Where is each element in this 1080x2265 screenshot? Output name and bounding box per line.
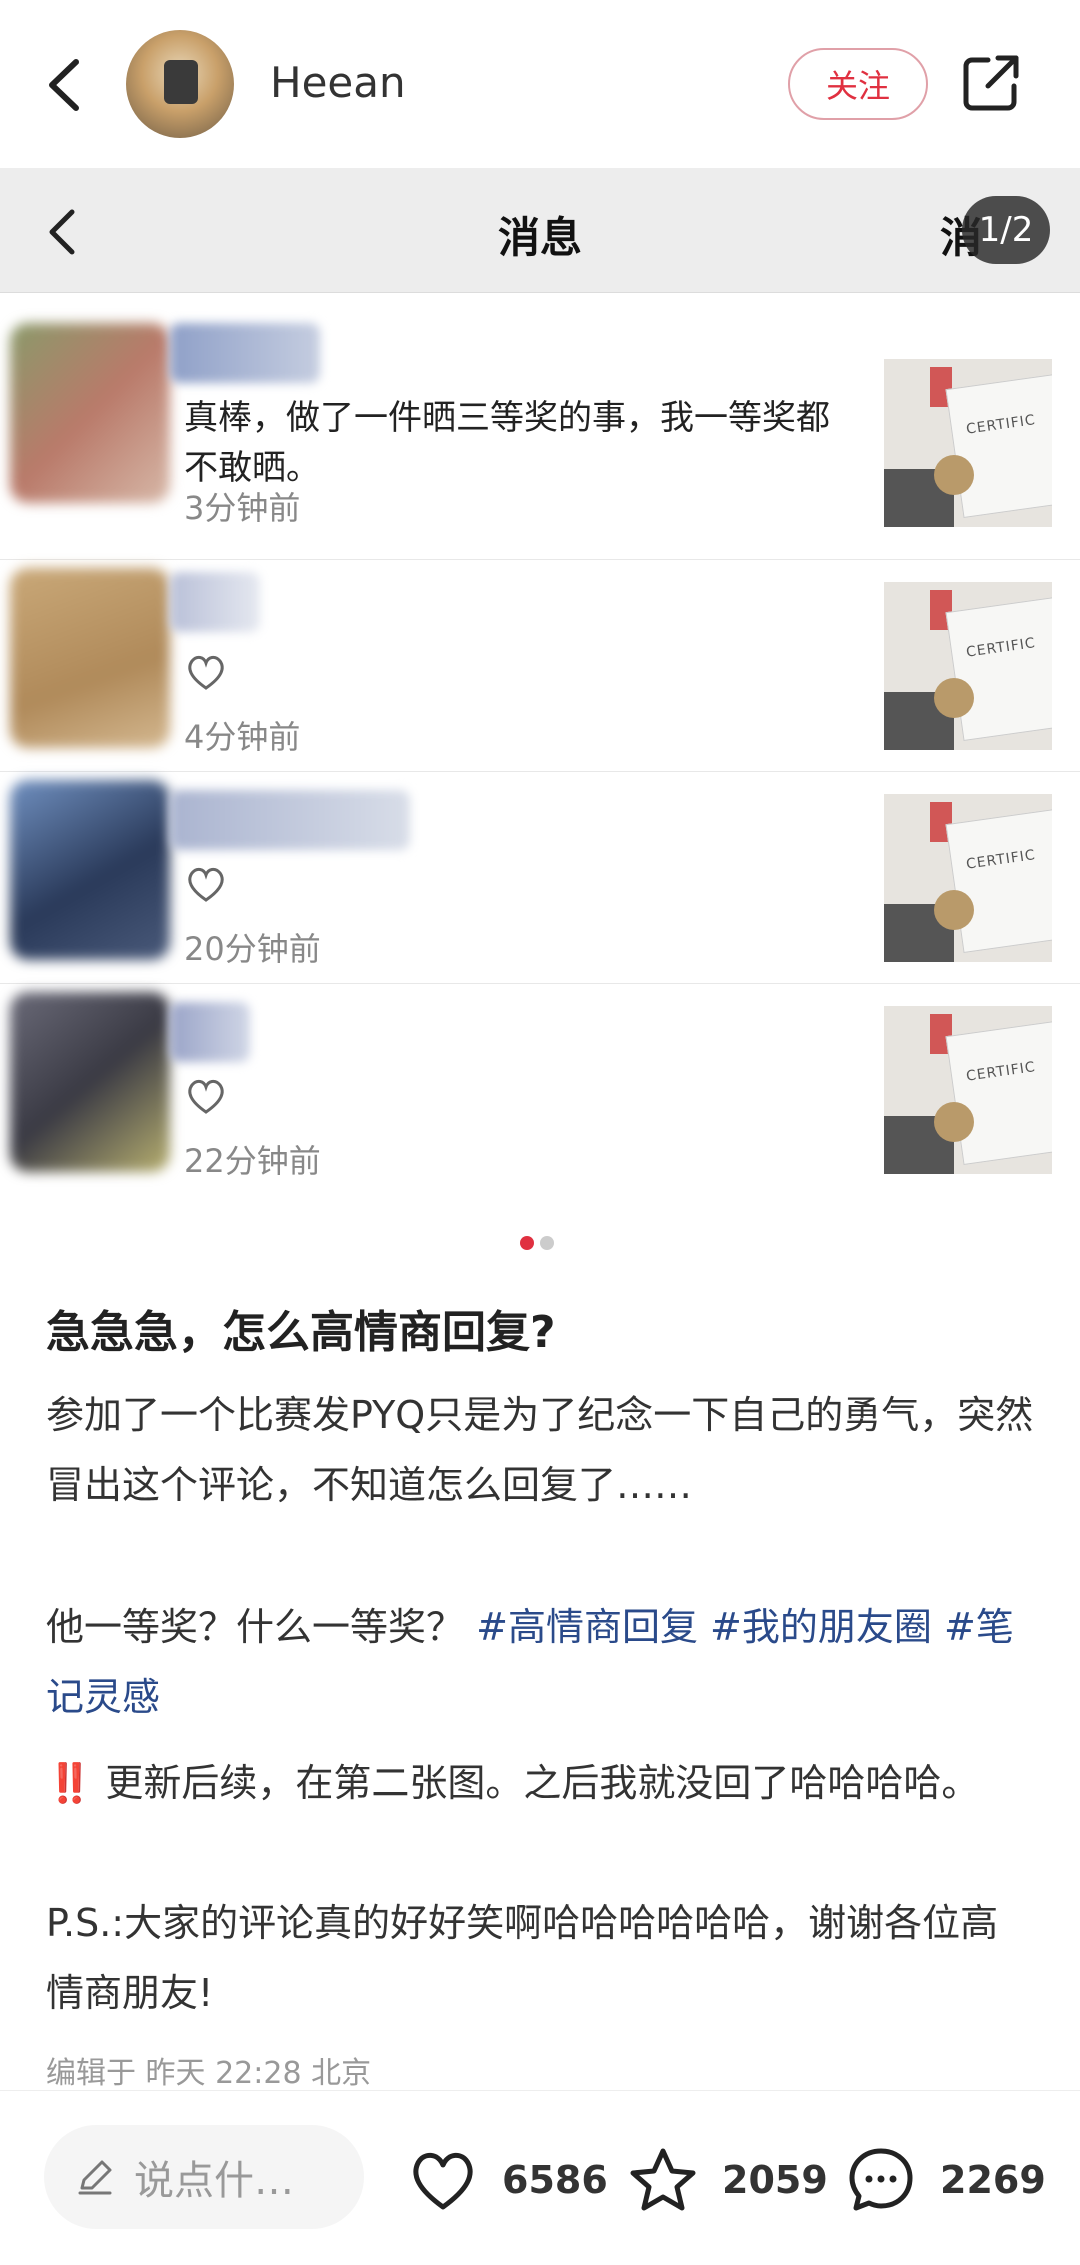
follow-button[interactable]: 关注 [788, 48, 928, 120]
comment-button[interactable]: 2269 [846, 2145, 1046, 2215]
blurred-avatar [10, 780, 170, 960]
message-row: 22分钟前 CERTIFIC [0, 984, 1080, 1196]
post-text: 他一等奖？什么一等奖？ [46, 1605, 465, 1649]
top-bar: Heean 关注 [0, 0, 1080, 168]
message-header: 消息 消 1/2 [0, 168, 1080, 293]
bottom-bar: 说点什… 6586 2059 2269 [0, 2090, 1080, 2265]
favorite-count: 2059 [722, 2158, 828, 2202]
blurred-avatar [10, 568, 170, 748]
post-paragraph: 参加了一个比赛发PYQ只是为了纪念一下自己的勇气，突然冒出这个评论，不知道怎么回… [46, 1393, 1034, 1507]
message-row: 20分钟前 CERTIFIC [0, 772, 1080, 984]
comment-placeholder: 说点什… [134, 2158, 294, 2204]
avatar[interactable] [126, 30, 234, 138]
message-row: 4分钟前 CERTIFIC [0, 560, 1080, 772]
heart-icon[interactable] [184, 1076, 228, 1116]
heart-icon[interactable] [184, 864, 228, 904]
carousel-dots [520, 1236, 560, 1252]
share-button[interactable] [960, 52, 1022, 114]
thumbnail: CERTIFIC [884, 582, 1052, 750]
thumbnail: CERTIFIC [884, 794, 1052, 962]
thumbnail: CERTIFIC [884, 359, 1052, 527]
hashtag-link[interactable]: #我的朋友圈 [710, 1605, 932, 1649]
double-exclamation-icon: ‼️ [46, 1761, 94, 1805]
comment-time: 20分钟前 [184, 930, 321, 968]
blurred-name [170, 1002, 250, 1062]
carousel-dot-active[interactable] [520, 1236, 534, 1250]
comment-time: 22分钟前 [184, 1142, 321, 1180]
blurred-avatar [10, 323, 170, 503]
carousel-dot[interactable] [540, 1236, 554, 1250]
hashtag-link[interactable]: #高情商回复 [476, 1605, 698, 1649]
thumbnail: CERTIFIC [884, 1006, 1052, 1174]
username[interactable]: Heean [270, 58, 406, 107]
post-title: 急急急，怎么高情商回复? [46, 1307, 556, 1358]
heart-icon [413, 2152, 473, 2210]
blurred-avatar [10, 992, 170, 1172]
post-paragraph-ps: P.S.:大家的评论真的好好笑啊哈哈哈哈哈哈，谢谢各位高情商朋友! [46, 1901, 999, 2015]
comment-time: 3分钟前 [184, 489, 301, 527]
pencil-icon [78, 2160, 112, 2195]
favorite-button[interactable]: 2059 [628, 2145, 828, 2215]
post-paragraph-tags: 他一等奖？什么一等奖？ #高情商回复 #我的朋友圈 #笔记灵感 [46, 1592, 1036, 1732]
back-button[interactable] [36, 50, 96, 120]
blurred-name [170, 790, 410, 850]
chat-bubble-icon [849, 2148, 913, 2211]
post-image[interactable]: 消息 消 1/2 真棒，做了一件晒三等奖的事，我一等奖都不敢晒。 3分钟前 CE… [0, 168, 1080, 1218]
post-text: 更新后续，在第二张图。之后我就没回了哈哈哈哈。 [105, 1761, 980, 1805]
comment-input[interactable]: 说点什… [44, 2125, 364, 2229]
like-count: 6586 [502, 2158, 608, 2202]
like-button[interactable]: 6586 [408, 2145, 608, 2215]
message-row: 真棒，做了一件晒三等奖的事，我一等奖都不敢晒。 3分钟前 CERTIFIC [0, 293, 1080, 560]
post-paragraph-update: ‼️ 更新后续，在第二张图。之后我就没回了哈哈哈哈。 [46, 1748, 1036, 1818]
blurred-name [170, 572, 260, 632]
blurred-name [170, 323, 320, 383]
star-icon [630, 2148, 696, 2211]
comment-count: 2269 [940, 2158, 1046, 2202]
page-indicator: 1/2 [962, 196, 1050, 264]
share-icon [963, 55, 1019, 111]
heart-icon[interactable] [184, 652, 228, 692]
edit-info: 编辑于 昨天 22:28 北京 [46, 2056, 372, 2091]
chevron-left-icon [49, 59, 79, 111]
message-title: 消息 [497, 213, 582, 262]
comment-time: 4分钟前 [184, 718, 301, 756]
comment-text: 真棒，做了一件晒三等奖的事，我一等奖都不敢晒。 [184, 398, 830, 488]
